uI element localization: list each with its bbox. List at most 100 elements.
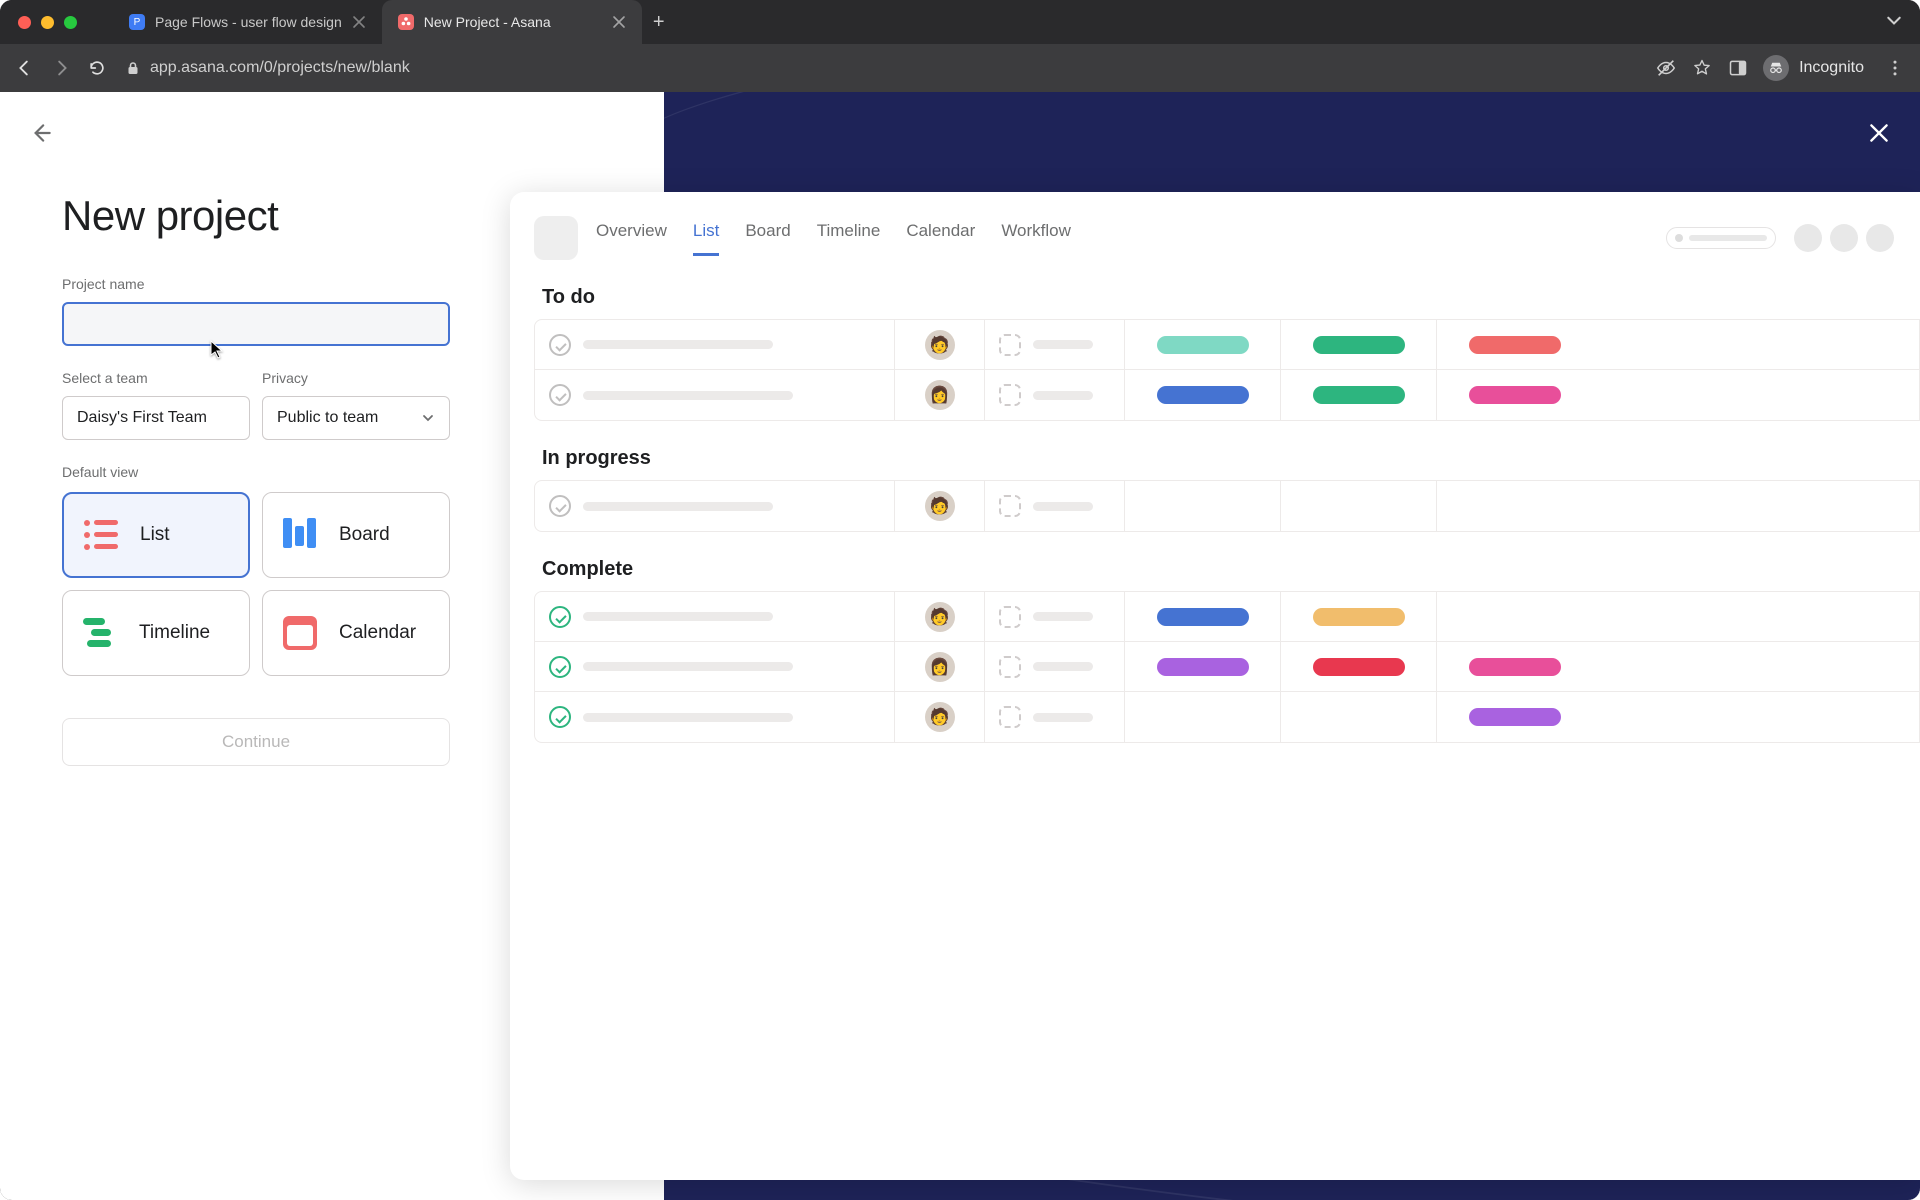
date-skeleton [1033, 713, 1093, 722]
table-row[interactable]: 👩 [535, 642, 1919, 692]
task-table-complete: 🧑 👩 [534, 591, 1920, 743]
url-text: app.asana.com/0/projects/new/blank [150, 59, 410, 77]
favicon-asana [398, 14, 414, 30]
tabs-overflow-icon[interactable] [1886, 12, 1902, 33]
preview-tabs: Overview List Board Timeline Calendar Wo… [596, 221, 1071, 256]
check-icon[interactable] [549, 384, 571, 406]
calendar-icon [999, 495, 1021, 517]
calendar-icon [999, 384, 1021, 406]
window-zoom-dot[interactable] [64, 16, 77, 29]
tag-pill [1313, 386, 1405, 404]
tag-pill [1469, 386, 1561, 404]
date-skeleton [1033, 662, 1093, 671]
date-skeleton [1033, 340, 1093, 349]
section-heading-inprogress: In progress [542, 447, 1920, 470]
close-icon[interactable] [352, 15, 366, 29]
task-name-skeleton [583, 340, 773, 349]
project-preview: Overview List Board Timeline Calendar Wo… [510, 192, 1920, 1180]
task-table-todo: 🧑 👩 [534, 319, 1920, 421]
view-option-board[interactable]: Board [262, 492, 450, 578]
check-icon[interactable] [549, 334, 571, 356]
side-panel-icon[interactable] [1727, 57, 1749, 79]
section-heading-todo: To do [542, 286, 1920, 309]
view-label: Calendar [339, 622, 416, 644]
project-name-label: Project name [62, 276, 450, 292]
assignee-avatar: 🧑 [925, 491, 955, 521]
tab-overview[interactable]: Overview [596, 221, 667, 256]
date-skeleton [1033, 612, 1093, 621]
bookmark-star-icon[interactable] [1691, 57, 1713, 79]
task-name-skeleton [583, 713, 793, 722]
favicon-pageflows: P [129, 14, 145, 30]
back-button[interactable] [14, 57, 36, 79]
task-name-skeleton [583, 391, 793, 400]
task-name-skeleton [583, 612, 773, 621]
tracking-off-icon[interactable] [1655, 57, 1677, 79]
incognito-label: Incognito [1799, 59, 1864, 77]
forward-button[interactable] [50, 57, 72, 79]
timeline-icon [83, 616, 117, 650]
table-row[interactable]: 🧑 [535, 592, 1919, 642]
table-row[interactable]: 🧑 [535, 481, 1919, 531]
browser-tab-asana[interactable]: New Project - Asana [382, 0, 642, 44]
project-name-input[interactable] [62, 302, 450, 346]
incognito-indicator[interactable]: Incognito [1763, 55, 1864, 81]
tab-timeline[interactable]: Timeline [817, 221, 881, 256]
reload-button[interactable] [86, 57, 108, 79]
kebab-menu-icon[interactable] [1884, 57, 1906, 79]
calendar-icon [999, 706, 1021, 728]
new-tab-button[interactable]: + [642, 0, 676, 44]
close-button[interactable] [1866, 120, 1892, 146]
tag-pill [1157, 608, 1249, 626]
privacy-value: Public to team [277, 409, 378, 427]
assignee-avatar: 👩 [925, 380, 955, 410]
check-icon[interactable] [549, 495, 571, 517]
check-icon[interactable] [549, 606, 571, 628]
privacy-select[interactable]: Public to team [262, 396, 450, 440]
board-icon [283, 518, 317, 552]
browser-tab-pageflows[interactable]: P Page Flows - user flow design [113, 0, 382, 44]
date-skeleton [1033, 391, 1093, 400]
calendar-icon [999, 656, 1021, 678]
calendar-icon [999, 606, 1021, 628]
tag-pill [1313, 608, 1405, 626]
calendar-icon [283, 616, 317, 650]
task-name-skeleton [583, 502, 773, 511]
team-value: Daisy's First Team [77, 409, 207, 427]
tab-calendar[interactable]: Calendar [906, 221, 975, 256]
view-option-list[interactable]: List [62, 492, 250, 578]
table-row[interactable]: 🧑 [535, 320, 1919, 370]
continue-button[interactable]: Continue [62, 718, 450, 766]
tag-pill [1469, 708, 1561, 726]
assignee-avatar: 🧑 [925, 702, 955, 732]
date-skeleton [1033, 502, 1093, 511]
window-close-dot[interactable] [18, 16, 31, 29]
incognito-icon [1763, 55, 1789, 81]
view-option-calendar[interactable]: Calendar [262, 590, 450, 676]
table-row[interactable]: 🧑 [535, 692, 1919, 742]
tag-pill [1469, 336, 1561, 354]
tab-board[interactable]: Board [745, 221, 790, 256]
check-icon[interactable] [549, 706, 571, 728]
assignee-avatar: 👩 [925, 652, 955, 682]
chevron-down-icon [421, 411, 435, 425]
window-titlebar: P Page Flows - user flow design New Proj… [0, 0, 1920, 44]
tag-pill [1157, 336, 1249, 354]
team-select[interactable]: Daisy's First Team [62, 396, 250, 440]
tab-list[interactable]: List [693, 221, 719, 256]
tab-title: Page Flows - user flow design [155, 14, 342, 30]
table-row[interactable]: 👩 [535, 370, 1919, 420]
task-table-inprogress: 🧑 [534, 480, 1920, 532]
view-label: List [140, 524, 170, 546]
window-minimize-dot[interactable] [41, 16, 54, 29]
calendar-icon [999, 334, 1021, 356]
tab-workflow[interactable]: Workflow [1001, 221, 1071, 256]
view-option-timeline[interactable]: Timeline [62, 590, 250, 676]
address-bar[interactable]: app.asana.com/0/projects/new/blank [126, 59, 410, 77]
back-arrow-button[interactable] [28, 120, 54, 146]
close-icon[interactable] [612, 15, 626, 29]
member-avatars [1794, 224, 1894, 252]
tab-title: New Project - Asana [424, 14, 602, 30]
tag-pill [1157, 386, 1249, 404]
check-icon[interactable] [549, 656, 571, 678]
